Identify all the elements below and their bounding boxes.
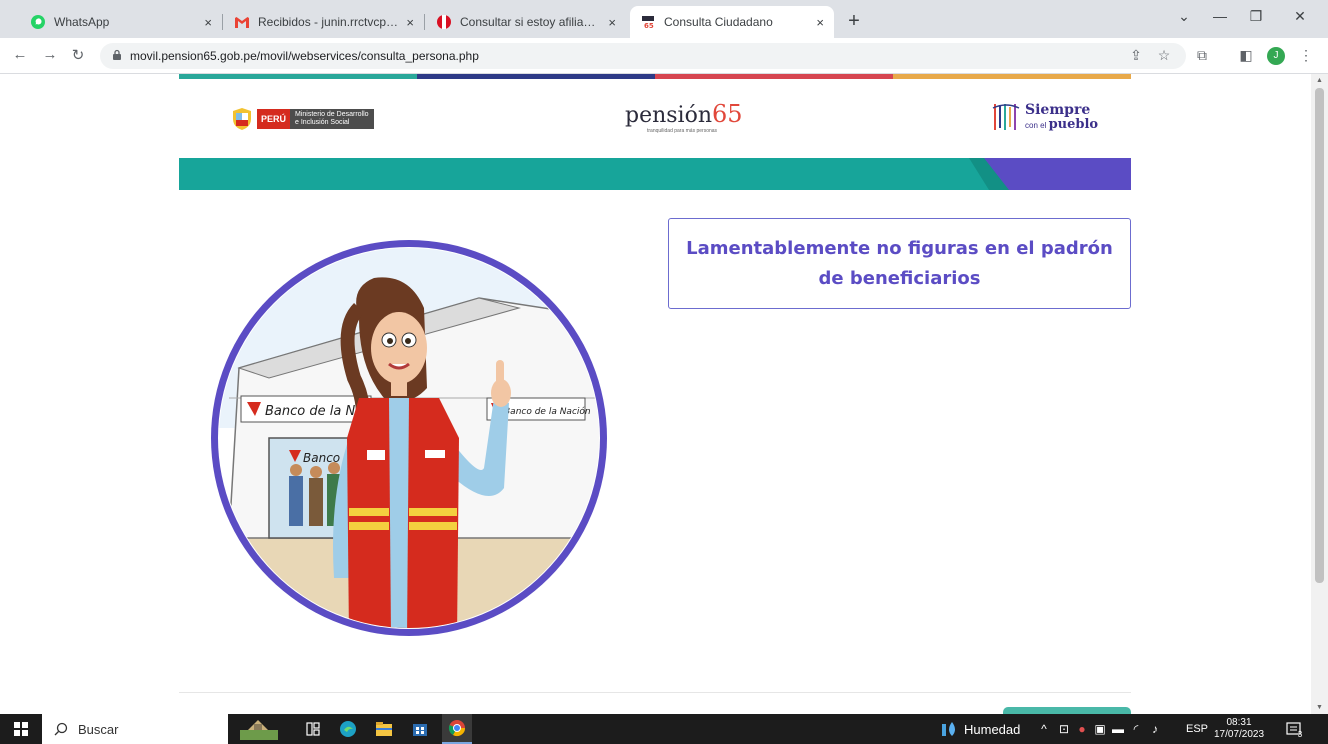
footer-button[interactable] bbox=[1003, 707, 1131, 714]
tab-gmail[interactable]: Recibidos - junin.rrctvcperu@g × bbox=[224, 6, 424, 38]
reload-icon[interactable]: ↻ bbox=[68, 46, 88, 64]
scroll-up-icon[interactable]: ▲ bbox=[1316, 77, 1323, 84]
header-stripe-red bbox=[655, 74, 893, 79]
tray-onedrive-icon[interactable]: ▣ bbox=[1092, 714, 1108, 744]
pension65-promoter-illustration: Banco de la Nación Banco de la Nación Ba… bbox=[211, 240, 607, 636]
wifi-icon[interactable]: ◜ bbox=[1128, 714, 1144, 744]
browser-tab-bar: WhatsApp × Recibidos - junin.rrctvcperu@… bbox=[0, 0, 1328, 38]
restore-icon[interactable]: ❐ bbox=[1242, 8, 1270, 25]
windows-taskbar: Buscar Humedad ^ ⊡ ● ▣ ▬ ◜ ♪ ESP 08:31 1… bbox=[0, 714, 1328, 744]
tray-chevron-icon[interactable]: ^ bbox=[1036, 714, 1052, 744]
siempre-lines-icon bbox=[992, 104, 1020, 130]
back-arrow-icon[interactable]: ← bbox=[10, 46, 30, 63]
pueblo-text: pueblo bbox=[1048, 116, 1099, 132]
page-viewport: PERÚ Ministerio de Desarrollo e Inclusió… bbox=[0, 74, 1328, 714]
gmail-icon bbox=[234, 14, 250, 30]
windows-start-icon[interactable] bbox=[8, 714, 34, 744]
notification-center-icon[interactable]: 3 bbox=[1280, 714, 1308, 744]
extensions-puzzle-icon[interactable]: ⧉ bbox=[1192, 47, 1212, 64]
profile-avatar[interactable]: J bbox=[1267, 47, 1285, 65]
url-text: movil.pension65.gob.pe/movil/webservices… bbox=[130, 49, 479, 63]
whatsapp-icon bbox=[30, 14, 46, 30]
side-panel-icon[interactable]: ◧ bbox=[1236, 47, 1256, 64]
result-message: Lamentablemente no figuras en el padrón … bbox=[686, 237, 1113, 289]
peru-shield-icon bbox=[233, 108, 251, 130]
chrome-taskbar-icon[interactable] bbox=[442, 714, 472, 744]
header-stripe-navy bbox=[417, 74, 655, 79]
weather-label[interactable]: Humedad bbox=[964, 714, 1024, 744]
header-stripe-teal bbox=[179, 74, 417, 79]
footer-divider bbox=[179, 692, 1131, 693]
lock-icon bbox=[113, 49, 121, 60]
ministry-line1: Ministerio de Desarrollo bbox=[295, 111, 369, 118]
result-message-box: Lamentablemente no figuras en el padrón … bbox=[668, 218, 1131, 309]
tab-close-icon[interactable]: × bbox=[608, 15, 616, 30]
browser-toolbar: ← → ↻ movil.pension65.gob.pe/movil/webse… bbox=[0, 38, 1328, 74]
tray-app-icon[interactable]: ⊡ bbox=[1056, 714, 1072, 744]
pension65-icon: 65 bbox=[640, 14, 656, 30]
weather-drop-icon[interactable] bbox=[940, 714, 960, 744]
new-tab-button[interactable]: + bbox=[842, 10, 866, 34]
peru-flag-icon bbox=[436, 14, 452, 30]
close-window-icon[interactable]: ✕ bbox=[1286, 8, 1314, 25]
battery-icon[interactable]: ▬ bbox=[1110, 714, 1126, 744]
tab-title: Recibidos - junin.rrctvcperu@g bbox=[258, 15, 398, 29]
share-icon[interactable]: ⇪ bbox=[1126, 47, 1146, 64]
tab-separator bbox=[222, 14, 223, 30]
tab-consulta-ciudadano[interactable]: 65 Consulta Ciudadano × bbox=[630, 6, 834, 38]
news-widget-icon[interactable] bbox=[236, 714, 282, 744]
minimize-icon[interactable]: — bbox=[1206, 8, 1234, 24]
file-explorer-icon[interactable] bbox=[370, 714, 398, 744]
tab-title: Consulta Ciudadano bbox=[664, 15, 773, 29]
menu-kebab-icon[interactable]: ⋮ bbox=[1296, 47, 1316, 64]
ministry-label: Ministerio de Desarrollo e Inclusión Soc… bbox=[290, 109, 374, 129]
svg-text:65: 65 bbox=[644, 22, 654, 29]
tray-antivirus-icon[interactable]: ● bbox=[1074, 714, 1090, 744]
tab-consultar[interactable]: Consultar si estoy afiliado al Pro × bbox=[426, 6, 626, 38]
tab-close-icon[interactable]: × bbox=[406, 15, 414, 30]
tab-separator bbox=[424, 14, 425, 30]
tab-close-icon[interactable]: × bbox=[204, 15, 212, 30]
tab-close-icon[interactable]: × bbox=[816, 15, 824, 30]
scroll-thumb[interactable] bbox=[1315, 88, 1324, 583]
page-scrollbar[interactable]: ▲ ▼ bbox=[1311, 74, 1328, 714]
task-view-icon[interactable] bbox=[300, 714, 326, 744]
taskbar-search-input[interactable]: Buscar bbox=[42, 714, 228, 744]
header-stripe-orange bbox=[893, 74, 1131, 79]
tab-title: Consultar si estoy afiliado al Pro bbox=[460, 15, 600, 29]
edge-icon[interactable] bbox=[334, 714, 362, 744]
tab-search-chevron-icon[interactable]: ⌄ bbox=[1170, 8, 1198, 25]
search-icon bbox=[54, 722, 68, 736]
pension65-tagline: tranquilidad para más personas bbox=[647, 128, 718, 134]
address-bar[interactable]: movil.pension65.gob.pe/movil/webservices… bbox=[100, 43, 1186, 69]
bookmark-star-icon[interactable]: ☆ bbox=[1154, 47, 1174, 64]
peru-label: PERÚ bbox=[257, 109, 291, 129]
language-indicator[interactable]: ESP bbox=[1184, 714, 1210, 744]
bank-sign-right: Banco de la Nación bbox=[504, 406, 591, 417]
pension-number: 65 bbox=[712, 100, 743, 128]
forward-arrow-icon[interactable]: → bbox=[40, 46, 60, 63]
scroll-down-icon[interactable]: ▼ bbox=[1316, 704, 1323, 711]
header-banner bbox=[179, 158, 1131, 190]
store-icon[interactable] bbox=[406, 714, 434, 744]
clock-date: 17/07/2023 bbox=[1214, 729, 1265, 740]
midis-logo[interactable]: PERÚ Ministerio de Desarrollo e Inclusió… bbox=[231, 107, 374, 131]
page-content: PERÚ Ministerio de Desarrollo e Inclusió… bbox=[179, 74, 1131, 714]
search-placeholder: Buscar bbox=[78, 721, 119, 737]
notification-count: 3 bbox=[1297, 729, 1303, 739]
pension-word: pensión bbox=[625, 103, 713, 128]
siempre-con-el-pueblo-logo[interactable]: Siempre con el pueblo bbox=[991, 102, 1098, 132]
con-el-text: con el bbox=[1025, 120, 1047, 130]
volume-icon[interactable]: ♪ bbox=[1146, 714, 1164, 744]
system-clock[interactable]: 08:31 17/07/2023 bbox=[1214, 717, 1264, 741]
ministry-line2: e Inclusión Social bbox=[295, 119, 350, 126]
pension65-logo[interactable]: pensión65 bbox=[625, 100, 743, 128]
clock-time: 08:31 bbox=[1226, 717, 1252, 728]
header-logos: PERÚ Ministerio de Desarrollo e Inclusió… bbox=[179, 94, 1131, 150]
tab-whatsapp[interactable]: WhatsApp × bbox=[20, 6, 222, 38]
siempre-text: Siempre bbox=[1025, 101, 1091, 118]
tab-title: WhatsApp bbox=[54, 15, 110, 29]
